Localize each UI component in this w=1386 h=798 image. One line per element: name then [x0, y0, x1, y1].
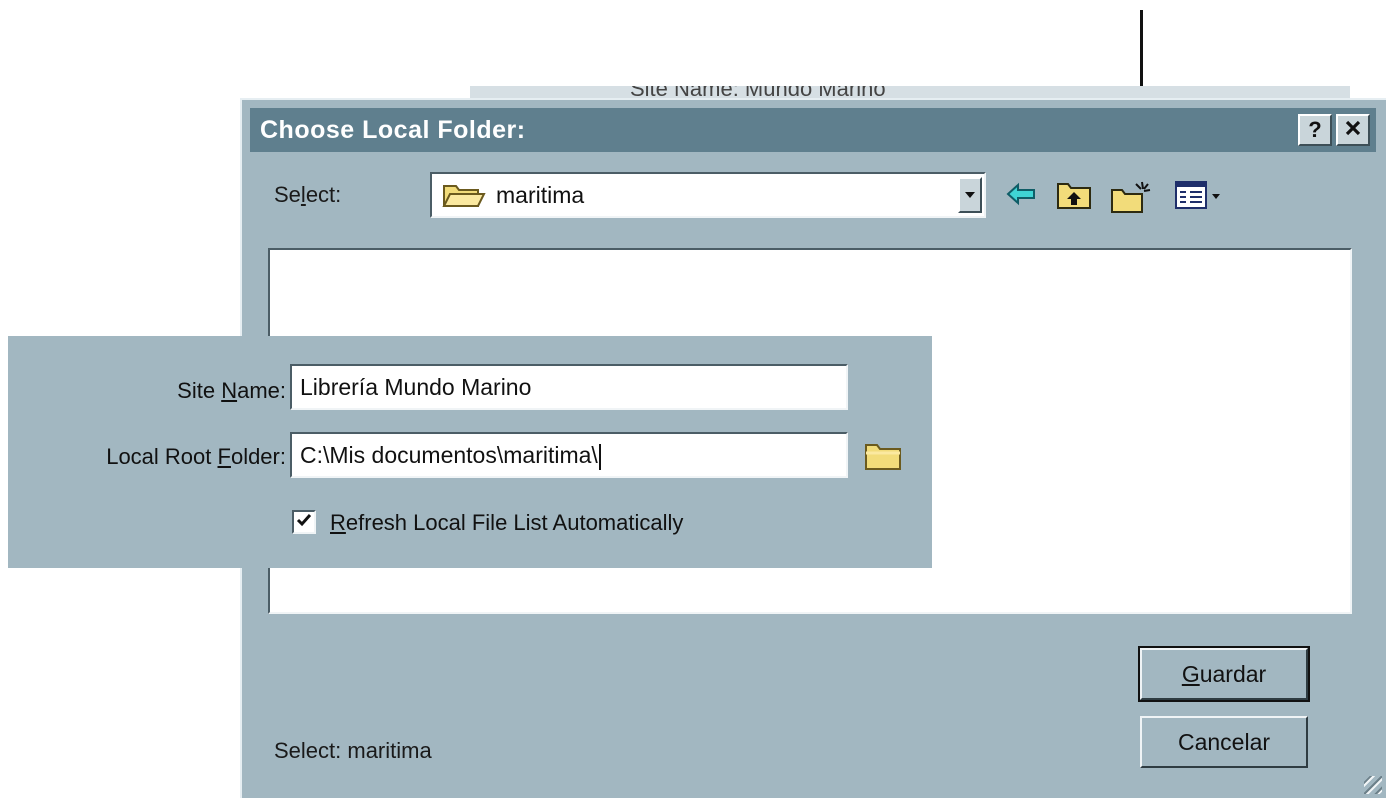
text-caret — [598, 443, 601, 470]
help-button[interactable]: ? — [1298, 114, 1332, 146]
site-name-input[interactable]: Librería Mundo Marino — [290, 364, 848, 410]
open-folder-icon — [442, 182, 486, 215]
cancelar-button[interactable]: Cancelar — [1140, 716, 1308, 768]
refresh-checkbox-label[interactable]: Refresh Local File List Automatically — [330, 510, 683, 536]
close-button[interactable] — [1336, 114, 1370, 146]
guardar-button[interactable]: Guardar — [1138, 646, 1310, 702]
folder-select-dropdown[interactable]: maritima — [430, 172, 986, 218]
site-name-label: Site Name: — [177, 378, 286, 403]
local-root-folder-label: Local Root Folder: — [106, 444, 286, 469]
dialog-titlebar[interactable]: Choose Local Folder: ? — [250, 108, 1376, 152]
new-folder-icon[interactable] — [1110, 180, 1154, 219]
site-definition-panel: Site Name: Librería Mundo Marino Local R… — [8, 336, 932, 568]
back-arrow-icon[interactable] — [1004, 180, 1038, 213]
local-root-folder-input[interactable]: C:\Mis documentos\maritima\ — [290, 432, 848, 478]
view-menu-icon[interactable] — [1174, 180, 1224, 215]
checkmark-icon — [295, 511, 313, 534]
dialog-title: Choose Local Folder: — [260, 115, 526, 144]
status-text: Select: maritima — [274, 738, 432, 763]
up-folder-icon[interactable] — [1056, 180, 1092, 215]
close-icon — [1344, 117, 1362, 143]
refresh-checkbox[interactable] — [292, 510, 316, 534]
select-dropdown-button[interactable] — [958, 177, 982, 213]
select-label: Select: — [274, 182, 342, 207]
resize-grip[interactable] — [1364, 776, 1382, 794]
browse-folder-icon[interactable] — [864, 440, 904, 477]
chevron-down-icon — [965, 192, 975, 198]
select-value: maritima — [496, 182, 585, 208]
